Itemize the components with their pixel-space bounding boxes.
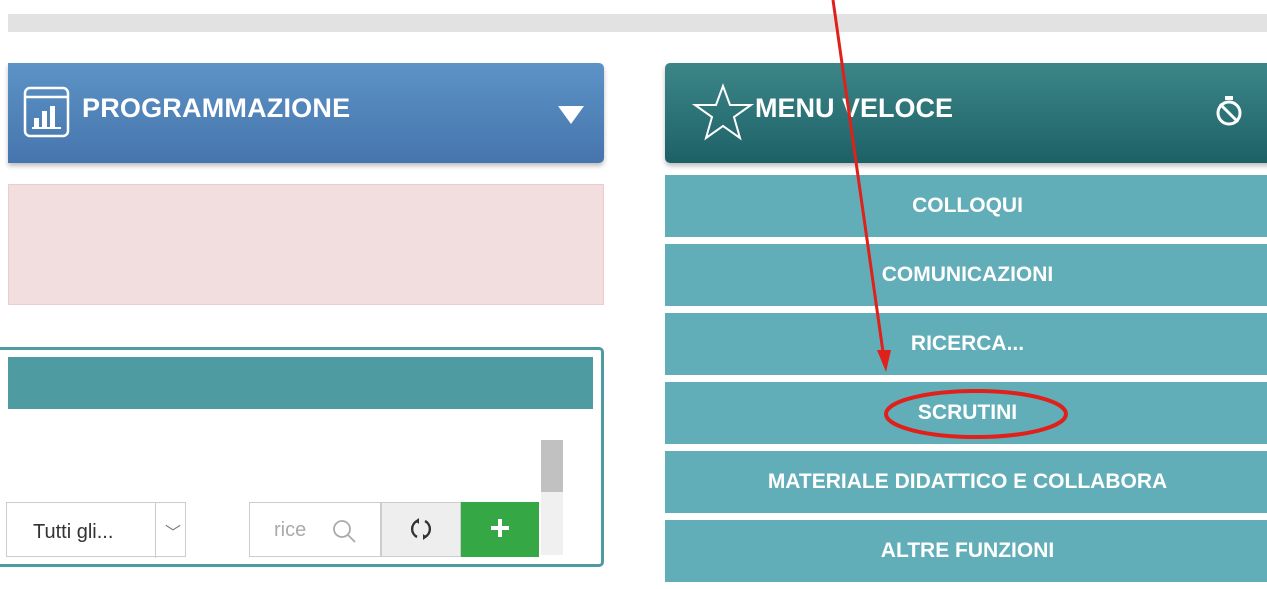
menu-item-materiale-didattico[interactable]: MATERIALE DIDATTICO E COLLABORA bbox=[665, 451, 1267, 513]
star-icon bbox=[692, 83, 754, 141]
menu-item-scrutini[interactable]: SCRUTINI bbox=[665, 382, 1267, 444]
refresh-button[interactable] bbox=[381, 502, 461, 557]
menu-item-label: RICERCA... bbox=[910, 332, 1025, 355]
menu-item-colloqui[interactable]: COLLOQUI bbox=[665, 175, 1267, 237]
menu-item-label: ALTRE FUNZIONI bbox=[880, 539, 1055, 562]
search-icon[interactable] bbox=[332, 519, 356, 543]
scrollbar[interactable] bbox=[541, 440, 563, 555]
refresh-icon bbox=[410, 518, 432, 540]
menu-item-label: SCRUTINI bbox=[917, 401, 1018, 424]
programmazione-header[interactable]: PROGRAMMAZIONE bbox=[8, 63, 604, 163]
filter-select[interactable]: Tutti gli... ﹀ bbox=[6, 502, 186, 558]
chevron-down-icon: ﹀ bbox=[165, 525, 182, 542]
menu-veloce-header: MENU VELOCE bbox=[665, 63, 1267, 163]
filter-select-value: Tutti gli... bbox=[33, 521, 114, 543]
add-button[interactable] bbox=[461, 502, 539, 557]
menu-item-altre-funzioni[interactable]: ALTRE FUNZIONI bbox=[665, 520, 1267, 582]
menu-item-label: MATERIALE DIDATTICO E COLLABORA bbox=[767, 470, 1168, 493]
search-input[interactable] bbox=[274, 517, 324, 543]
chevron-down-icon[interactable] bbox=[558, 106, 584, 124]
programmazione-title: PROGRAMMAZIONE bbox=[82, 93, 351, 123]
alert-box bbox=[8, 184, 604, 305]
menu-item-ricerca[interactable]: RICERCA... bbox=[665, 313, 1267, 375]
menu-veloce-title: MENU VELOCE bbox=[755, 93, 954, 123]
menu-veloce-list: COLLOQUI COMUNICAZIONI RICERCA... SCRUTI… bbox=[665, 175, 1267, 589]
chart-icon bbox=[23, 86, 70, 138]
scrollbar-thumb[interactable] bbox=[541, 440, 563, 492]
plus-icon bbox=[491, 519, 509, 537]
top-bar bbox=[8, 14, 1267, 32]
menu-item-label: COLLOQUI bbox=[912, 194, 1023, 217]
menu-item-comunicazioni[interactable]: COMUNICAZIONI bbox=[665, 244, 1267, 306]
menu-item-label: COMUNICAZIONI bbox=[881, 263, 1054, 286]
search-box[interactable] bbox=[249, 502, 381, 557]
widget-header bbox=[8, 357, 593, 409]
timer-off-icon[interactable] bbox=[1215, 95, 1243, 127]
